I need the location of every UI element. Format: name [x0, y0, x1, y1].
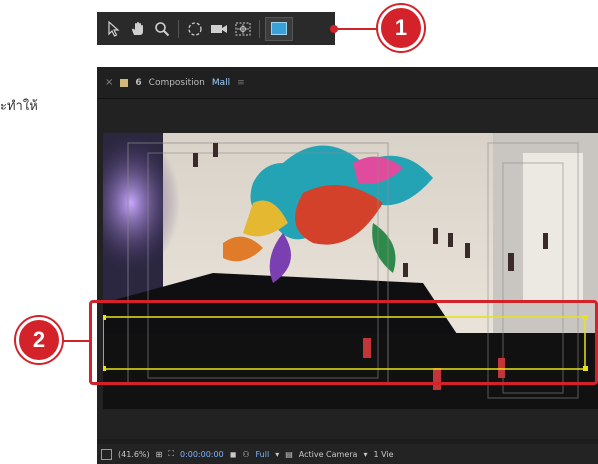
viewer-status-bar: (41.6%) ⊞ ⛶ 0:00:00:00 ◼ ⚇ Full ▾ ▤ Acti… — [97, 444, 598, 464]
region-icon[interactable]: ⛶ — [168, 449, 174, 459]
selection-tool-icon[interactable] — [103, 17, 125, 41]
view-options-icon[interactable]: ▤ — [285, 450, 293, 459]
rectangle-tool-button[interactable] — [265, 16, 293, 41]
callout-1-badge: 1 — [378, 5, 424, 51]
close-icon[interactable]: × — [105, 77, 113, 88]
snapshot-icon[interactable] — [101, 448, 112, 460]
dropdown-icon[interactable]: ▾ — [363, 450, 367, 459]
rectangle-tool-icon — [271, 22, 287, 35]
comp-color-swatch — [120, 78, 129, 87]
composition-panel: × 6 Composition Mall ≡ (41.6%) ⊞ ⛶ 0:00:… — [97, 67, 598, 464]
composition-tab[interactable]: × 6 Composition Mall ≡ — [97, 67, 598, 99]
camera-view[interactable]: Active Camera — [299, 450, 358, 459]
menu-icon[interactable]: ≡ — [237, 78, 245, 88]
comp-name: Mall — [211, 77, 231, 88]
lock-icon[interactable]: 6 — [135, 78, 141, 88]
callout-2-line — [60, 340, 90, 342]
view-layout[interactable]: 1 Vie — [373, 450, 393, 459]
camera-tool-icon[interactable] — [208, 17, 230, 41]
callout-1-line — [334, 28, 378, 30]
rotation-tool-icon[interactable] — [184, 17, 206, 41]
dropdown-icon[interactable]: ▾ — [275, 450, 279, 459]
toolbar-divider — [178, 19, 179, 38]
callout-2-badge: 2 — [16, 317, 62, 363]
camera-snapshot-icon[interactable]: ◼ — [230, 450, 237, 459]
toolbar-divider — [259, 19, 260, 38]
timecode[interactable]: 0:00:00:00 — [180, 450, 224, 459]
tools-toolbar — [97, 12, 335, 45]
hand-tool-icon[interactable] — [127, 17, 149, 41]
tab-label: Composition — [148, 77, 205, 88]
grid-icon[interactable]: ⊞ — [156, 450, 163, 459]
page: ะทำให้ 1 × 6 Composition Mall ≡ (41.6%) … — [0, 0, 598, 464]
zoom-tool-icon[interactable] — [151, 17, 173, 41]
zoom-level[interactable]: (41.6%) — [118, 450, 150, 459]
resolution[interactable]: Full — [256, 450, 270, 459]
highlight-box — [89, 300, 598, 385]
channel-icon[interactable]: ⚇ — [242, 450, 249, 459]
pan-behind-tool-icon[interactable] — [232, 17, 254, 41]
side-text: ะทำให้ — [0, 99, 38, 114]
